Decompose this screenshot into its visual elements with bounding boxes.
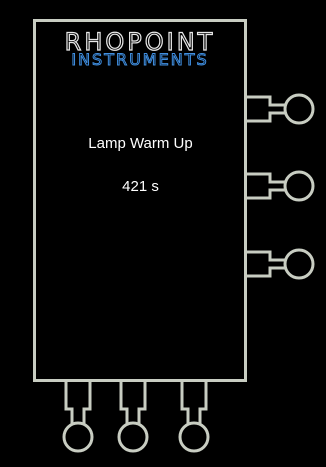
instrument-display: RHOPOINT INSTRUMENTS Lamp Warm Up 421 s [0, 0, 326, 467]
right-button-top[interactable] [245, 93, 315, 125]
right-button-middle[interactable] [245, 170, 315, 202]
bottom-button-center[interactable] [117, 380, 149, 453]
bottom-button-right[interactable] [178, 380, 210, 453]
status-title: Lamp Warm Up [88, 135, 193, 152]
brand-logo-instruments: INSTRUMENTS [71, 50, 209, 69]
right-button-bottom[interactable] [245, 248, 315, 280]
device-frame [33, 19, 315, 453]
bottom-button-left[interactable] [62, 380, 94, 453]
status-value: 421 s [122, 178, 159, 195]
display-screen [33, 19, 247, 382]
